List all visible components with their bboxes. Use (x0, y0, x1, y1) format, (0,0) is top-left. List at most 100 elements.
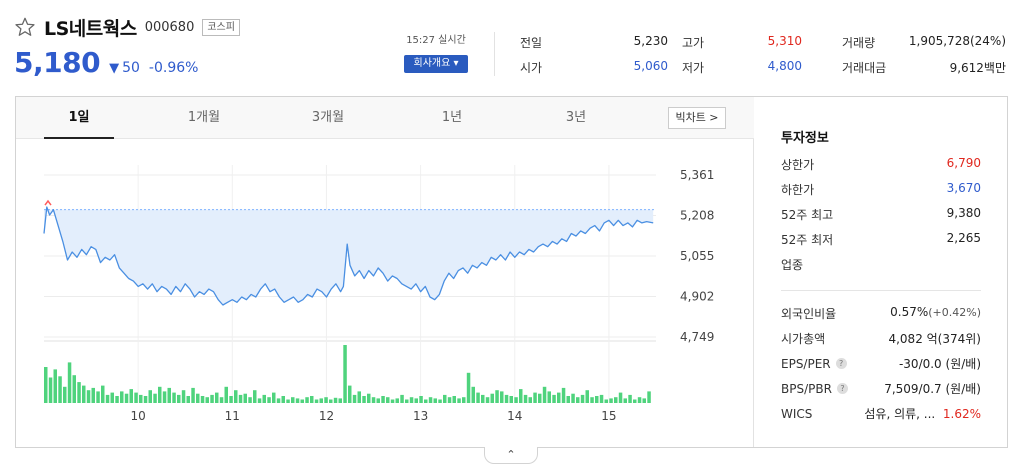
volume-bar (481, 394, 485, 403)
wics-sector[interactable]: 섬유, 의류, ... (864, 407, 935, 421)
info-label: 시가총액 (781, 332, 826, 346)
market-badge: 코스피 (202, 18, 240, 36)
volume-bar (504, 394, 509, 403)
big-chart-button[interactable]: 빅차트 > (668, 107, 726, 129)
volume-bar (400, 394, 404, 403)
tab-3years[interactable]: 3년 (541, 97, 611, 139)
volume-bar (557, 392, 561, 403)
volume-bar (210, 394, 214, 403)
tab-1year[interactable]: 1년 (417, 97, 487, 139)
info-label: 업종 (781, 258, 804, 272)
info-divider (781, 290, 981, 291)
volume-bar (561, 387, 566, 403)
volume-bar (438, 399, 442, 403)
volume-bar (248, 397, 252, 403)
volume-bar (348, 385, 352, 403)
info-label: 52주 최고 (781, 208, 834, 222)
collapse-button[interactable]: ⌃ (484, 447, 538, 464)
x-axis-ticks: 10 11 12 13 14 15 (131, 409, 617, 423)
info-row-foreign-ratio: 외국인비율 0.57%(+0.42%) (781, 305, 981, 322)
volume-bar (253, 390, 257, 403)
volume-bar (105, 394, 110, 403)
volume-bar (424, 399, 428, 403)
volume-bar (528, 397, 532, 403)
info-row-market-cap: 시가총액 4,082 억(374위) (781, 330, 981, 347)
quote-value-prev-close: 5,230 (633, 34, 668, 48)
info-label: WICS (781, 406, 813, 421)
volume-bar (300, 399, 304, 403)
volume-bar (172, 392, 176, 403)
help-icon[interactable]: ? (835, 358, 847, 369)
volume-bar (196, 393, 200, 403)
volume-bar (428, 397, 433, 403)
volume-bar (618, 392, 623, 403)
volume-bar (324, 397, 328, 403)
volume-bar (295, 398, 300, 403)
open-marker (44, 199, 52, 206)
volume-bar (405, 399, 409, 403)
info-row-eps-per: EPS/PER? -30/0.0 (원/배) (781, 355, 981, 372)
info-row-industry: 업종 (781, 256, 981, 273)
volume-bar (286, 399, 290, 403)
chart-panel: 1일 1개월 3개월 1년 3년 빅차트 > 5,361 5,208 5,055 4,… (15, 96, 1008, 448)
info-label: 외국인비율 (781, 307, 837, 321)
volume-bar (186, 396, 190, 403)
company-overview-button[interactable]: 회사개요 ▾ (404, 55, 468, 73)
volume-bar (53, 369, 57, 403)
y-tick-label: 5,055 (680, 249, 714, 263)
volume-bar (443, 394, 447, 403)
volume-bar (585, 390, 589, 403)
volume-bar (571, 393, 575, 403)
info-row-upper-limit: 상한가 6,790 (781, 156, 981, 173)
volume-bar (101, 385, 105, 403)
volume-bar (219, 397, 224, 403)
intraday-chart[interactable]: 5,361 5,208 5,055 4,902 4,749 10 11 12 13 14 15 (16, 139, 754, 447)
volume-bar (647, 391, 651, 403)
volume-bar (205, 397, 209, 403)
volume-bar (281, 396, 285, 403)
quote-label-low: 저가 (682, 61, 705, 75)
volume-bar (167, 387, 171, 403)
volume-bar (457, 398, 461, 403)
volume-bar (590, 397, 594, 403)
volume-bar (628, 394, 632, 403)
volume-bar (63, 386, 67, 403)
volume-bar (96, 391, 100, 403)
volume-bar (357, 391, 361, 403)
favorite-star-icon[interactable] (14, 16, 36, 38)
current-price: 5,180 (14, 46, 101, 79)
tab-1day[interactable]: 1일 (44, 97, 114, 139)
volume-bar (139, 394, 143, 403)
volume-bar (181, 390, 186, 403)
volume-bar (419, 396, 423, 403)
y-tick-label: 5,208 (680, 209, 714, 223)
quote-value-low: 4,800 (767, 59, 802, 73)
eps-per-value: -30/0.0 (원/배) (898, 357, 981, 371)
y-tick-label: 5,361 (680, 168, 714, 182)
quote-label-prev-close: 전일 (520, 36, 543, 50)
volume-bar (124, 393, 129, 403)
volume-bar (44, 367, 48, 403)
y-tick-label: 4,749 (680, 330, 714, 344)
volume-bar (319, 398, 323, 403)
volume-bar (433, 398, 437, 403)
market-cap-value: 4,082 억(374위) (888, 332, 981, 346)
realtime-block: 15:27 실시간 회사개요 ▾ (404, 31, 468, 73)
help-icon[interactable]: ? (836, 383, 848, 394)
info-label: 상한가 (781, 158, 815, 172)
volume-bar (338, 398, 342, 403)
volume-bar (272, 392, 276, 403)
volume-bar (395, 398, 399, 403)
volume-bar (509, 396, 513, 403)
volume-bar (376, 398, 380, 403)
volume-bar (495, 390, 499, 403)
volume-bar (599, 394, 604, 403)
tab-1month[interactable]: 1개월 (169, 97, 239, 139)
tab-3months[interactable]: 3개월 (293, 97, 363, 139)
volume-bar (466, 372, 471, 403)
volume-bar (471, 386, 475, 403)
volume-bar (580, 394, 585, 403)
volume-bar (614, 397, 618, 403)
info-row-lower-limit: 하한가 3,670 (781, 181, 981, 198)
stock-name: LS네트웍스 (44, 17, 137, 40)
